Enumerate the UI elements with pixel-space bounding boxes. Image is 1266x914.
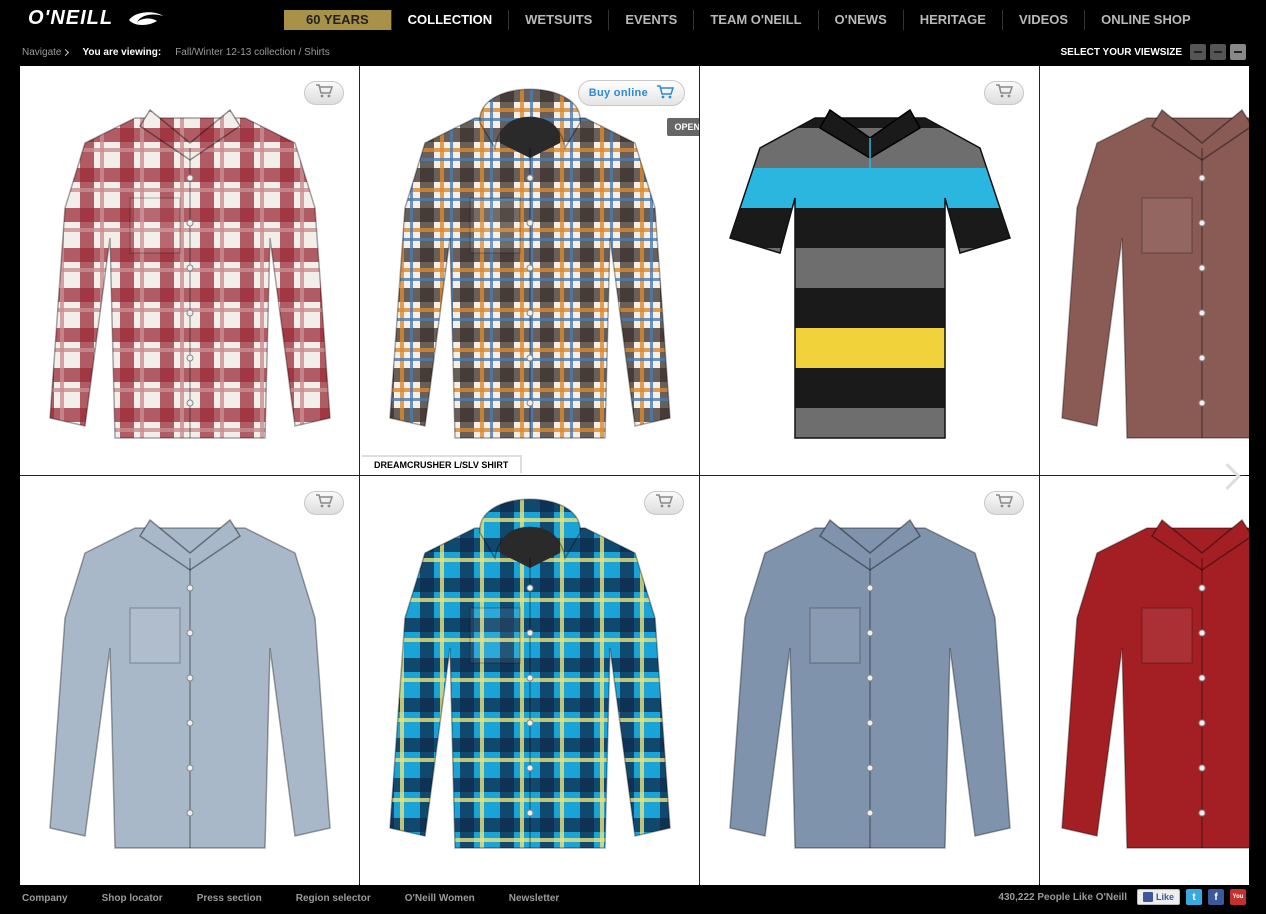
main-nav: 60 YEARS COLLECTION WETSUITS EVENTS TEAM O'N… <box>284 10 1207 30</box>
current-path[interactable]: Fall/Winter 12-13 collection / Shirts <box>175 47 330 58</box>
viewing-label: You are viewing: <box>82 47 162 58</box>
nav-item-o-news[interactable]: O'NEWS <box>817 10 903 30</box>
footer-link-newsletter[interactable]: Newsletter <box>509 893 560 904</box>
viewsize-medium-button[interactable] <box>1210 44 1226 60</box>
product-image[interactable] <box>720 498 1020 863</box>
product-name: DREAMCRUSHER L/SLV SHIRT <box>362 455 523 473</box>
product-image[interactable] <box>380 88 680 453</box>
navigate-link[interactable]: Navigate <box>22 47 70 58</box>
product-tile[interactable] <box>1040 476 1249 885</box>
shopping-cart-icon <box>315 493 334 513</box>
viewsize-small-button[interactable] <box>1190 44 1206 60</box>
footer-link-press-section[interactable]: Press section <box>197 893 262 904</box>
buy-online-button[interactable]: Buy online <box>577 80 685 106</box>
product-tile[interactable] <box>700 476 1039 885</box>
footer-links: Company Shop locator Press section Region s… <box>22 893 559 904</box>
add-to-cart-button[interactable] <box>984 81 1024 105</box>
product-tile[interactable]: Buy online OPEN DREAMCRUSHER L/SLV SHIRT <box>360 66 699 475</box>
product-image[interactable] <box>40 88 340 453</box>
product-tile[interactable] <box>20 476 359 885</box>
wave-logo-icon <box>129 11 164 25</box>
shopping-cart-icon <box>995 493 1014 513</box>
logo-text: O'NEILL <box>28 7 114 29</box>
product-image[interactable] <box>1052 498 1249 863</box>
oneill-logo[interactable]: O'NEILL <box>28 7 165 30</box>
nav-item-online-shop[interactable]: ONLINE SHOP <box>1084 10 1207 30</box>
viewsize-large-button[interactable] <box>1230 44 1246 60</box>
product-image[interactable] <box>720 88 1020 453</box>
add-to-cart-button[interactable] <box>644 491 684 515</box>
site-footer: Company Shop locator Press section Region s… <box>0 884 1266 914</box>
viewsize-label: SELECT YOUR VIEWSIZE <box>1060 46 1183 58</box>
nav-item-60-years[interactable]: 60 YEARS <box>284 10 391 30</box>
viewsize-selector: SELECT YOUR VIEWSIZE <box>1060 44 1246 60</box>
add-to-cart-button[interactable] <box>304 81 344 105</box>
open-badge[interactable]: OPEN <box>667 118 699 136</box>
shopping-cart-icon <box>315 83 334 103</box>
nav-item-team-o-neill[interactable]: TEAM O'NEILL <box>693 10 817 30</box>
facebook-like-button[interactable]: Like <box>1136 889 1180 905</box>
footer-link-company[interactable]: Company <box>22 893 68 904</box>
footer-link-region-selector[interactable]: Region selector <box>296 893 371 904</box>
thumbs-up-icon <box>1142 892 1153 902</box>
product-tile[interactable] <box>700 66 1039 475</box>
nav-item-wetsuits[interactable]: WETSUITS <box>508 10 608 30</box>
product-image[interactable] <box>380 498 680 863</box>
nav-item-collection[interactable]: COLLECTION <box>390 10 509 30</box>
product-image[interactable] <box>40 498 340 863</box>
product-tile[interactable] <box>1040 66 1249 475</box>
nav-item-videos[interactable]: VIDEOS <box>1001 10 1084 30</box>
youtube-icon[interactable]: You <box>1230 889 1246 905</box>
footer-link-shop-locator[interactable]: Shop locator <box>102 893 163 904</box>
chevron-right-icon <box>62 48 70 57</box>
shopping-cart-icon <box>995 83 1014 103</box>
breadcrumb-bar: Navigate You are viewing: Fall/Winter 12… <box>0 40 1266 66</box>
twitter-icon[interactable]: t <box>1186 889 1202 905</box>
add-to-cart-button[interactable] <box>304 491 344 515</box>
facebook-icon[interactable]: f <box>1208 889 1224 905</box>
nav-item-events[interactable]: EVENTS <box>608 10 693 30</box>
next-arrow-icon[interactable] <box>1216 460 1240 494</box>
product-image[interactable] <box>1052 88 1249 453</box>
add-to-cart-button[interactable] <box>984 491 1024 515</box>
product-tile[interactable] <box>360 476 699 885</box>
nav-item-heritage[interactable]: HERITAGE <box>902 10 1002 30</box>
breadcrumb: Navigate You are viewing: Fall/Winter 12… <box>22 47 330 58</box>
footer-link-o-neill-women[interactable]: O'Neill Women <box>405 893 475 904</box>
likes-count: 430,222 People Like O'Neill <box>998 891 1127 903</box>
shopping-cart-icon <box>655 493 674 513</box>
product-tile[interactable] <box>20 66 359 475</box>
product-grid: Buy online OPEN DREAMCRUSHER L/SLV SHIRT <box>20 66 1249 885</box>
social-bar: 430,222 People Like O'Neill Like t f You <box>998 889 1246 905</box>
site-header: O'NEILL 60 YEARS COLLECTION WETSUITS EVENTS… <box>0 0 1266 40</box>
shopping-cart-icon <box>656 84 675 102</box>
